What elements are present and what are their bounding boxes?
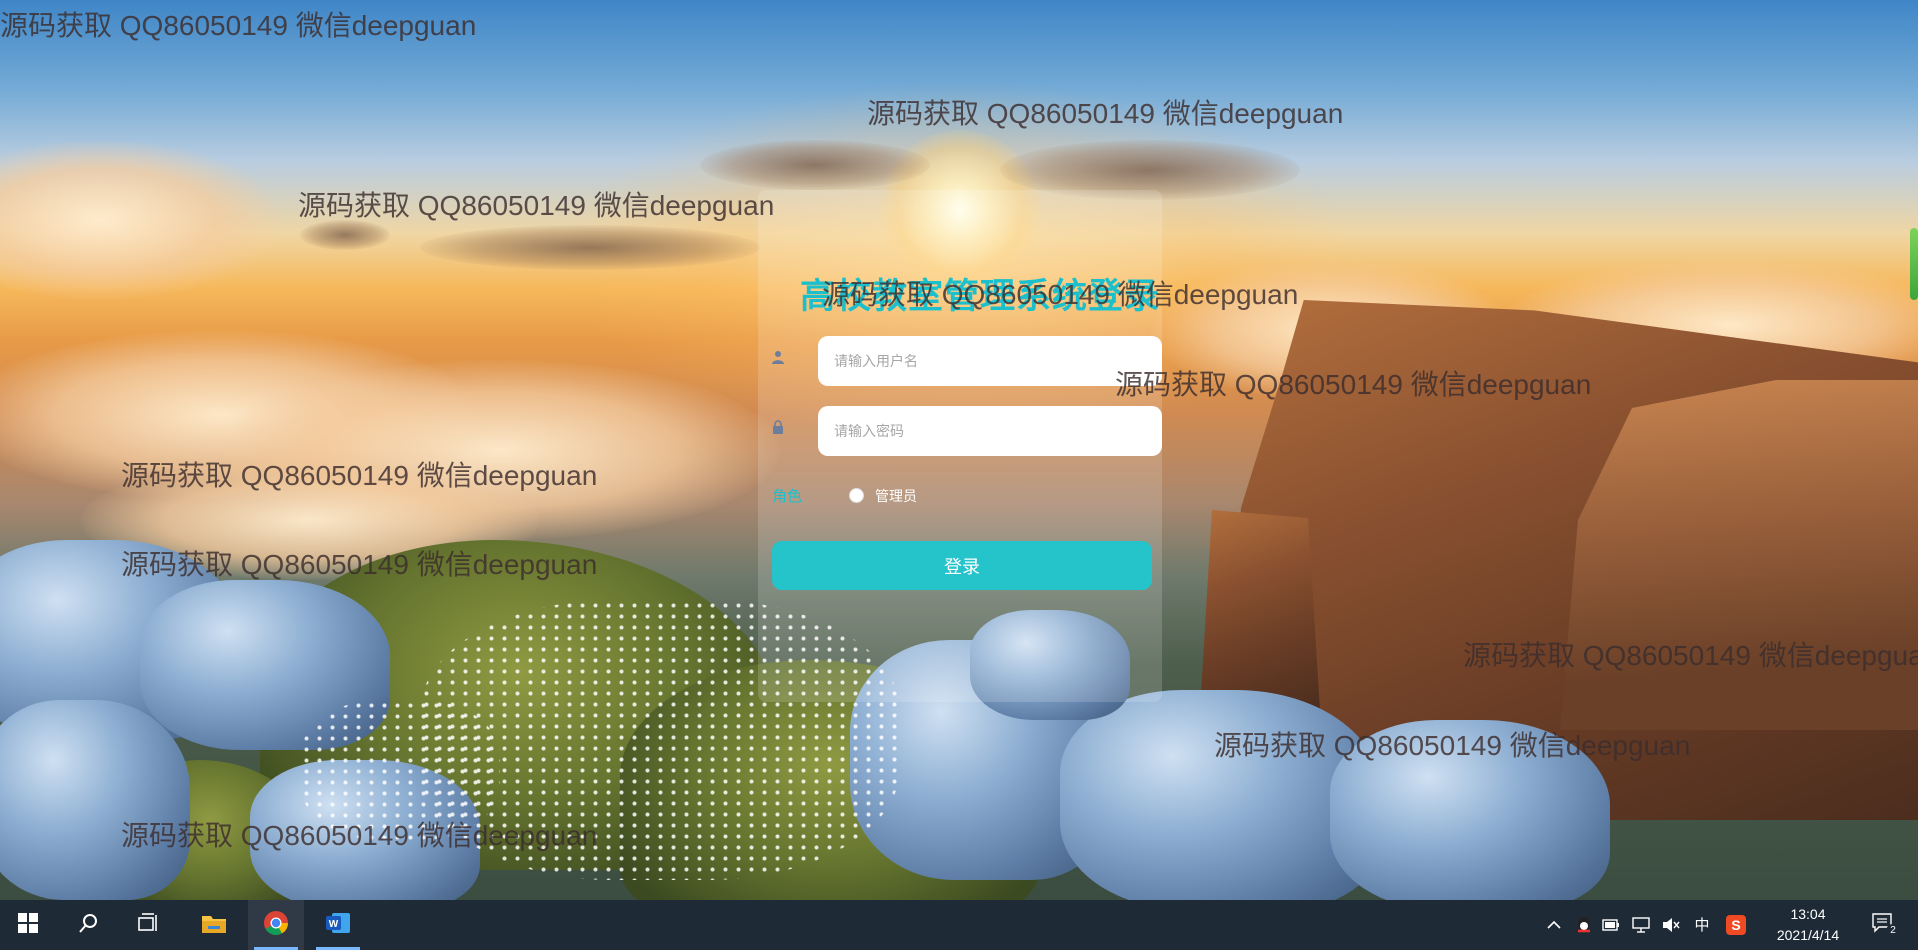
network-icon[interactable] [1630, 914, 1652, 936]
login-panel: 高校教室管理系统登录 角色 管理员 登录 [758, 190, 1162, 702]
notification-count-badge: 2 [1886, 924, 1900, 938]
task-view-button[interactable] [122, 900, 176, 950]
search-icon [79, 913, 99, 938]
role-row: 角色 管理员 [772, 483, 1152, 505]
battery-icon[interactable] [1600, 914, 1622, 936]
admin-role-label[interactable]: 管理员 [875, 486, 917, 506]
login-title: 高校教室管理系统登录 [800, 277, 1161, 316]
file-explorer-button[interactable] [186, 900, 242, 950]
admin-role-radio[interactable] [849, 488, 864, 503]
word-icon: W [325, 911, 351, 940]
username-row [772, 336, 1162, 386]
folder-icon [201, 912, 227, 939]
word-button[interactable]: W [310, 900, 366, 950]
clock-time[interactable]: 13:04 [1758, 906, 1858, 922]
svg-text:S: S [1731, 917, 1740, 933]
chrome-icon [263, 910, 289, 941]
password-input[interactable] [818, 406, 1162, 456]
password-row [772, 406, 1162, 456]
windows-icon [18, 912, 38, 938]
username-input[interactable] [818, 336, 1162, 386]
lock-icon [772, 420, 792, 440]
volume-muted-icon[interactable] [1660, 914, 1682, 936]
task-view-icon [138, 912, 160, 938]
qq-icon[interactable] [1574, 914, 1594, 936]
sogou-input-icon[interactable]: S [1724, 914, 1748, 936]
svg-text:W: W [329, 919, 339, 930]
taskbar: W 中 S 13:04 2021/4/14 2 [0, 900, 1918, 950]
side-scroll-indicator[interactable] [1910, 228, 1918, 300]
chrome-button[interactable] [248, 900, 304, 950]
search-button[interactable] [62, 900, 116, 950]
login-button[interactable]: 登录 [772, 541, 1152, 590]
ime-indicator[interactable]: 中 [1690, 914, 1714, 935]
chevron-up-icon[interactable] [1544, 914, 1564, 936]
clock-date[interactable]: 2021/4/14 [1758, 927, 1858, 943]
start-button[interactable] [0, 900, 56, 950]
role-label: 角色 [772, 488, 803, 505]
user-icon [772, 350, 792, 370]
